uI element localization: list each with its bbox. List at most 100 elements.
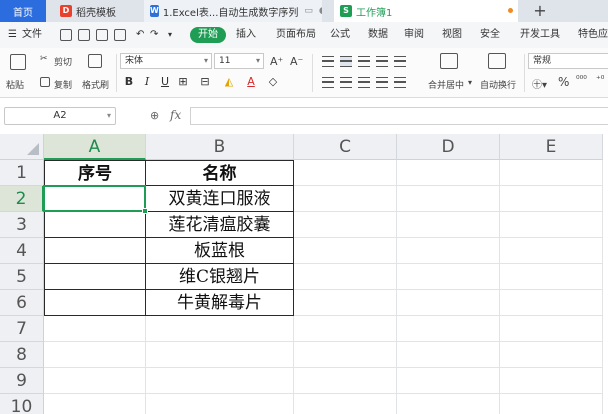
row-header-9[interactable]: 9 [0,368,44,394]
paste-button[interactable]: 粘贴 [6,78,24,91]
align-top-icon[interactable] [322,56,334,67]
decrease-font-icon[interactable]: A⁻ [290,55,303,68]
wrap-text-button[interactable]: 自动换行 [480,78,516,91]
row-header-2[interactable]: 2 [0,186,44,212]
quick-access-dropdown-icon[interactable]: ▾ [168,22,172,48]
hamburger-menu-icon[interactable]: ☰ [8,22,17,48]
cell-e7[interactable] [500,316,603,342]
increase-decimal-icon[interactable]: ⁺⁰ [596,75,604,85]
cell-a1[interactable]: 序号 [44,160,146,186]
cut-button[interactable]: 剪切 [54,55,72,68]
select-all-corner[interactable] [0,134,44,160]
zoom-search-icon[interactable]: ⊕ [150,109,159,122]
tab-workbook[interactable]: S 工作簿1 [334,0,518,22]
cell-a3[interactable] [44,212,146,238]
align-middle-icon[interactable] [340,56,352,67]
cell-c2[interactable] [294,186,397,212]
redo-icon[interactable]: ↷ [150,22,158,48]
cell-c1[interactable] [294,160,397,186]
align-bottom-icon[interactable] [358,56,370,67]
cell-d7[interactable] [397,316,500,342]
cell-c3[interactable] [294,212,397,238]
cell-b2[interactable]: 双黄连口服液 [146,186,294,212]
align-right-icon[interactable] [358,77,370,88]
cell-a7[interactable] [44,316,146,342]
cell-b7[interactable] [146,316,294,342]
cell-c8[interactable] [294,342,397,368]
cell-b3[interactable]: 莲花清瘟胶囊 [146,212,294,238]
cell-d10[interactable] [397,394,500,414]
tab-monitor-icon[interactable]: ▭ [304,6,313,16]
cell-a5[interactable] [44,264,146,290]
cell-e8[interactable] [500,342,603,368]
thousands-separator-icon[interactable]: ⁰⁰⁰ [576,75,587,85]
font-name-select[interactable]: 宋体 ▾ [120,53,212,69]
copy-button[interactable]: 复制 [54,78,72,91]
row-header-6[interactable]: 6 [0,290,44,316]
save-icon[interactable] [60,29,72,41]
cell-e9[interactable] [500,368,603,394]
cell-a8[interactable] [44,342,146,368]
row-header-3[interactable]: 3 [0,212,44,238]
cell-c7[interactable] [294,316,397,342]
fill-color-icon[interactable]: ⊟ [198,75,212,88]
row-header-8[interactable]: 8 [0,342,44,368]
menu-developer[interactable]: 开发工具 [520,22,560,48]
number-format-select[interactable]: 常规 [528,53,608,69]
cell-b1[interactable]: 名称 [146,160,294,186]
column-header-d[interactable]: D [397,134,500,160]
indent-icon[interactable] [394,56,406,67]
undo-icon[interactable]: ↶ [136,22,144,48]
menu-security[interactable]: 安全 [480,22,500,48]
cell-b9[interactable] [146,368,294,394]
cell-a4[interactable] [44,238,146,264]
cell-a9[interactable] [44,368,146,394]
borders-icon[interactable]: ⊞ [176,75,190,88]
cell-d8[interactable] [397,342,500,368]
cell-d2[interactable] [397,186,500,212]
cell-d9[interactable] [397,368,500,394]
clear-format-icon[interactable]: ◇ [266,75,280,88]
cell-a10[interactable] [44,394,146,414]
column-header-c[interactable]: C [294,134,397,160]
merge-center-button[interactable]: 合并居中 [428,78,464,91]
underline-button[interactable]: U [158,75,172,88]
cell-e5[interactable] [500,264,603,290]
cell-d1[interactable] [397,160,500,186]
percent-button[interactable]: % [558,75,569,89]
column-header-a[interactable]: A [44,134,146,160]
copy-icon[interactable] [40,77,50,87]
tab-home[interactable]: 首页 [0,0,46,22]
cell-b6[interactable]: 牛黄解毒片 [146,290,294,316]
cell-e2[interactable] [500,186,603,212]
paste-icon[interactable] [10,54,26,70]
align-center-icon[interactable] [340,77,352,88]
cell-e1[interactable] [500,160,603,186]
cell-b10[interactable] [146,394,294,414]
cell-d3[interactable] [397,212,500,238]
menu-insert[interactable]: 插入 [236,22,256,48]
cell-d6[interactable] [397,290,500,316]
row-header-1[interactable]: 1 [0,160,44,186]
distribute-icon[interactable] [394,77,406,88]
menu-special[interactable]: 特色应 [578,22,608,48]
currency-icon[interactable]: ㊉▾ [532,76,547,91]
print-preview-icon[interactable] [114,29,126,41]
cell-b8[interactable] [146,342,294,368]
menu-page-layout[interactable]: 页面布局 [276,22,316,48]
cell-c6[interactable] [294,290,397,316]
cell-a6[interactable] [44,290,146,316]
italic-button[interactable]: I [140,75,154,88]
font-color-icon[interactable]: A [244,75,258,88]
orientation-icon[interactable] [376,56,388,67]
menu-review[interactable]: 审阅 [404,22,424,48]
formula-input[interactable] [190,107,608,125]
menu-file[interactable]: 文件 [22,22,42,48]
name-box[interactable]: A2 ▾ [4,107,116,125]
font-size-select[interactable]: 11 ▾ [214,53,264,69]
row-header-7[interactable]: 7 [0,316,44,342]
fx-icon[interactable]: fx [170,108,181,122]
cell-e4[interactable] [500,238,603,264]
tab-document[interactable]: W 1.Excel表...自动生成数字序列 ▭ ● [144,0,322,22]
new-tab-button[interactable]: + [530,1,550,21]
